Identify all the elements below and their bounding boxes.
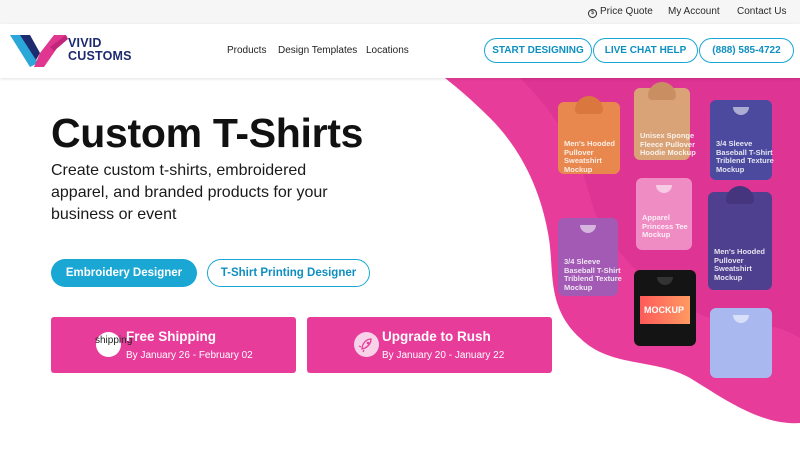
logo-mark-icon [10,35,68,67]
start-designing-button[interactable]: START DESIGNING [484,38,592,63]
nav-products[interactable]: Products [227,45,266,56]
tan-hoodie-image: Unisex Sponge Fleece Pullover Hoodie Moc… [634,82,696,160]
phone-button[interactable]: (888) 585-4722 [699,38,794,63]
contact-us-link[interactable]: Contact Us [737,6,786,17]
live-chat-button[interactable]: LIVE CHAT HELP [593,38,698,63]
upgrade-rush-title: Upgrade to Rush [382,329,491,344]
price-quote-label: Price Quote [600,6,653,17]
apparel-mockup-collage: Men's Hooded Pullover Sweatshirt Mockup … [548,82,800,388]
logo-text-customs: CUSTOMS [68,49,132,63]
hero-subtitle: Create custom t-shirts, embroidered appa… [51,162,328,223]
mockup-label: Unisex Sponge Fleece Pullover Hoodie Moc… [640,131,696,157]
price-quote-link[interactable]: $ Price Quote [588,6,653,18]
shipping-icon: shipping [95,332,132,357]
hero-title: Custom T-Shirts [51,110,364,156]
rocket-icon [354,332,379,357]
free-shipping-dates: By January 26 - February 02 [126,350,253,361]
orange-hoodie-image: Men's Hooded Pullover Sweatshirt Mockup [558,96,620,174]
free-shipping-title: Free Shipping [126,329,217,344]
pink-tee-image: Apparel Princess Tee Mockup [636,178,692,250]
mockup-label: Men's Hooded Pullover Sweatshirt Mockup [564,139,615,174]
dollar-icon: $ [588,9,597,18]
light-blue-tee-image [710,308,772,378]
black-tee-image: MOCKUP [634,270,696,346]
tshirt-printing-designer-button[interactable]: T-Shirt Printing Designer [207,259,370,287]
mockup-label: MOCKUP [644,305,684,315]
nav-locations[interactable]: Locations [366,45,409,56]
raglan-tee-image: 3/4 Sleeve Baseball T-Shirt Triblend Tex… [558,218,622,296]
mockup-label: 3/4 Sleeve Baseball T-Shirt Triblend Tex… [564,257,622,292]
navy-raglan-image: 3/4 Sleeve Baseball T-Shirt Triblend Tex… [710,100,774,180]
free-shipping-card[interactable]: shipping Free Shipping By January 26 - F… [51,317,296,373]
mockup-label: Men's Hooded Pullover Sweatshirt Mockup [714,247,765,282]
upgrade-rush-dates: By January 20 - January 22 [382,350,505,361]
mockup-label: Apparel Princess Tee Mockup [642,213,688,239]
my-account-link[interactable]: My Account [668,6,720,17]
vivid-customs-logo[interactable]: VIVID CUSTOMS [10,33,140,69]
embroidery-designer-button[interactable]: Embroidery Designer [51,259,197,287]
mockup-label: 3/4 Sleeve Baseball T-Shirt Triblend Tex… [716,139,774,174]
utility-bar: $ Price Quote My Account Contact Us [0,0,800,24]
purple-hoodie-image: Men's Hooded Pullover Sweatshirt Mockup [708,186,772,290]
main-navbar: VIVID CUSTOMS Products Design Templates … [0,24,800,78]
upgrade-rush-card[interactable]: Upgrade to Rush By January 20 - January … [307,317,552,373]
logo-text-vivid: VIVID [68,36,102,50]
nav-design-templates[interactable]: Design Templates [278,45,357,56]
